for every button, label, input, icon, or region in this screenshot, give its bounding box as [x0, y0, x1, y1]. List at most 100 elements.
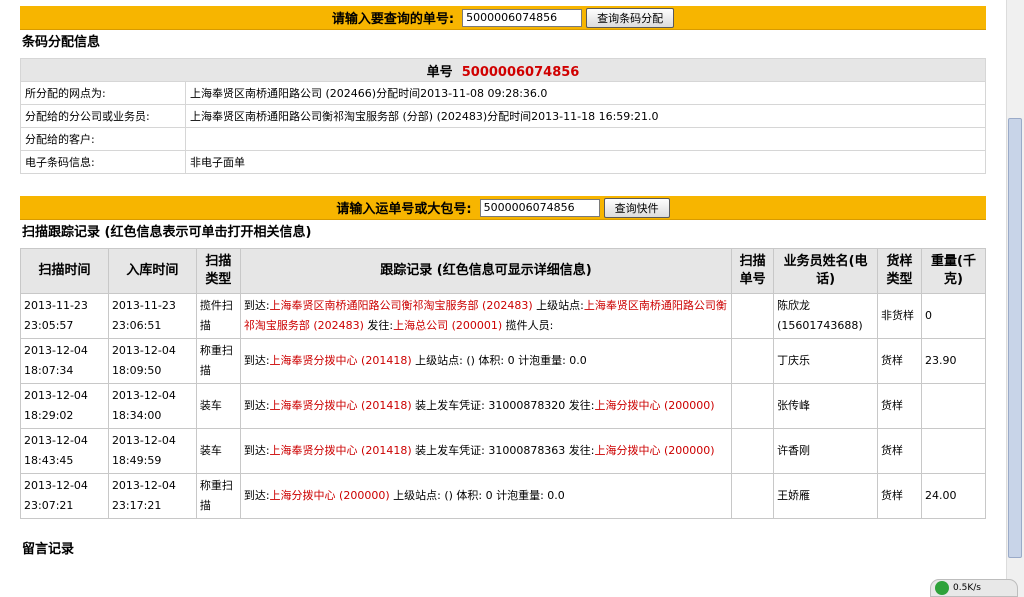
messages-title: 留言记录 [22, 542, 75, 557]
record-text: 到达: [243, 399, 270, 412]
tracking-query-button[interactable]: 查询快件 [603, 197, 670, 218]
allocation-row: 所分配的网点为: 上海奉贤区南桥通阳路公司 (202466)分配时间2013-1… [20, 81, 986, 105]
record-link[interactable]: 上海奉贤分拨中心 (201418) [270, 354, 412, 367]
record-link[interactable]: 上海奉贤分拨中心 (201418) [270, 444, 412, 457]
allocation-key: 所分配的网点为: [20, 81, 186, 105]
record-text: 到达: [243, 444, 270, 457]
weight-cell: 23.90 [920, 338, 987, 384]
record-text: 装上发车凭证: 31000878320 发往: [411, 399, 595, 412]
allocation-value: 上海奉贤区南桥通阳路公司衡祁淘宝服务部 (分部) (202483)分配时间201… [185, 104, 986, 128]
record-link[interactable]: 上海分拨中心 (200000) [270, 489, 390, 502]
tracking-row: 2013-12-04 18:29:02 2013-12-04 18:34:00 装车… [20, 383, 987, 429]
weight-cell: 24.00 [920, 473, 987, 519]
sample-type-cell: 非货样 [877, 293, 922, 339]
record-cell: 到达:上海奉贤分拨中心 (201418) 上级站点: () 体积: 0 计泡重量… [239, 338, 733, 384]
allocation-header-row: 单号 5000006074856 [20, 58, 986, 82]
scan-type-cell: 称重扫描 [195, 338, 241, 384]
record-cell: 到达:上海奉贤分拨中心 (201418) 装上发车凭证: 31000878363… [239, 428, 733, 474]
col-scan-type: 扫描类型 [195, 248, 241, 294]
col-in-time: 入库时间 [107, 248, 197, 294]
record-text: 到达: [243, 489, 270, 502]
record-text: 到达: [243, 354, 270, 367]
allocation-key: 电子条码信息: [20, 150, 186, 174]
in-time-cell: 2013-11-23 23:06:51 [107, 293, 197, 339]
weight-cell [920, 428, 987, 474]
barcode-query-bar: 请输入要查询的单号: 查询条码分配 [20, 6, 986, 30]
record-text: 上级站点: [532, 299, 584, 312]
sample-type-cell: 货样 [877, 383, 922, 429]
tracking-query-input[interactable] [479, 198, 600, 217]
tracking-table: 扫描时间 入库时间 扫描类型 跟踪记录 (红色信息可显示详细信息) 扫描单号 业… [20, 248, 987, 519]
in-time-cell: 2013-12-04 23:17:21 [107, 473, 197, 519]
staff-cell: 张传峰 [773, 383, 879, 429]
scan-time-cell: 2013-12-04 18:29:02 [20, 383, 109, 429]
record-text: 装上发车凭证: 31000878363 发往: [411, 444, 595, 457]
col-staff: 业务员姓名(电话) [773, 248, 879, 294]
col-sample-type: 货样类型 [877, 248, 922, 294]
staff-cell: 许香刚 [773, 428, 879, 474]
tracking-body: 2013-11-23 23:05:57 2013-11-23 23:06:51 揽件… [20, 293, 987, 519]
col-scan-time: 扫描时间 [20, 248, 109, 294]
allocation-title: 条码分配信息 [22, 35, 101, 50]
waybill-number: 5000006074856 [461, 64, 580, 80]
record-text: 到达: [243, 299, 270, 312]
staff-cell: 王娇雁 [773, 473, 879, 519]
barcode-query-button[interactable]: 查询条码分配 [586, 7, 675, 28]
tracking-row: 2013-11-23 23:05:57 2013-11-23 23:06:51 揽件… [20, 293, 987, 339]
record-link[interactable]: 上海总公司 (200001) [393, 319, 502, 332]
allocation-header: 单号 5000006074856 [20, 58, 986, 82]
scan-type-cell: 称重扫描 [195, 473, 241, 519]
scan-time-cell: 2013-12-04 18:43:45 [20, 428, 109, 474]
weight-cell: 0 [920, 293, 987, 339]
tracking-query-label: 请输入运单号或大包号: [336, 202, 472, 217]
col-record: 跟踪记录 (红色信息可显示详细信息) [239, 248, 733, 294]
scan-type-cell: 装车 [195, 428, 241, 474]
tracking-row: 2013-12-04 18:07:34 2013-12-04 18:09:50 称重… [20, 338, 987, 384]
scan-type-cell: 揽件扫描 [195, 293, 241, 339]
col-weight: 重量(千克) [920, 248, 987, 294]
record-text: 上级站点: () 体积: 0 计泡重量: 0.0 [411, 354, 587, 367]
record-text: 发往: [363, 319, 394, 332]
allocation-row: 电子条码信息: 非电子面单 [20, 150, 986, 174]
allocation-value: 上海奉贤区南桥通阳路公司 (202466)分配时间2013-11-08 09:2… [185, 81, 986, 105]
scan-time-cell: 2013-11-23 23:05:57 [20, 293, 109, 339]
waybill-prefix: 单号 [426, 64, 453, 80]
in-time-cell: 2013-12-04 18:09:50 [107, 338, 197, 384]
allocation-value: 非电子面单 [185, 150, 986, 174]
tracking-row: 2013-12-04 23:07:21 2013-12-04 23:17:21 称重… [20, 473, 987, 519]
record-link[interactable]: 上海分拨中心 (200000) [595, 444, 715, 457]
allocation-key: 分配给的客户: [20, 127, 186, 151]
barcode-query-input[interactable] [462, 8, 583, 27]
allocation-table: 单号 5000006074856 所分配的网点为: 上海奉贤区南桥通阳路公司 (… [20, 58, 986, 174]
record-link[interactable]: 上海分拨中心 (200000) [595, 399, 715, 412]
scan-time-cell: 2013-12-04 23:07:21 [20, 473, 109, 519]
sample-type-cell: 货样 [877, 338, 922, 384]
scan-no-cell [731, 293, 775, 339]
sample-type-cell: 货样 [877, 473, 922, 519]
record-cell: 到达:上海奉贤分拨中心 (201418) 装上发车凭证: 31000878320… [239, 383, 733, 429]
scan-no-cell [731, 338, 775, 384]
scan-time-cell: 2013-12-04 18:07:34 [20, 338, 109, 384]
network-speed: 0.5K/s [953, 583, 981, 593]
status-indicator-icon [935, 581, 949, 595]
allocation-row: 分配给的分公司或业务员: 上海奉贤区南桥通阳路公司衡祁淘宝服务部 (分部) (2… [20, 104, 986, 128]
in-time-cell: 2013-12-04 18:34:00 [107, 383, 197, 429]
scan-no-cell [731, 473, 775, 519]
vertical-scrollbar[interactable] [1006, 0, 1024, 597]
col-scan-no: 扫描单号 [731, 248, 775, 294]
allocation-value [185, 127, 986, 151]
record-link[interactable]: 上海奉贤区南桥通阳路公司衡祁淘宝服务部 (202483) [270, 299, 533, 312]
record-text: 揽件人员: [502, 319, 554, 332]
record-link[interactable]: 上海奉贤分拨中心 (201418) [270, 399, 412, 412]
tracking-title: 扫描跟踪记录 (红色信息表示可单击打开相关信息) [22, 225, 312, 240]
network-status-widget: 0.5K/s [930, 579, 1018, 597]
page: 请输入要查询的单号: 查询条码分配 条码分配信息 单号 500000607485… [20, 0, 987, 565]
staff-cell: 陈欣龙 (15601743688) [773, 293, 879, 339]
scan-type-cell: 装车 [195, 383, 241, 429]
scan-no-cell [731, 428, 775, 474]
scrollbar-thumb[interactable] [1008, 118, 1022, 558]
scan-no-cell [731, 383, 775, 429]
tracking-header-row: 扫描时间 入库时间 扫描类型 跟踪记录 (红色信息可显示详细信息) 扫描单号 业… [20, 248, 987, 294]
allocation-row: 分配给的客户: [20, 127, 986, 151]
record-cell: 到达:上海奉贤区南桥通阳路公司衡祁淘宝服务部 (202483) 上级站点:上海奉… [239, 293, 733, 339]
